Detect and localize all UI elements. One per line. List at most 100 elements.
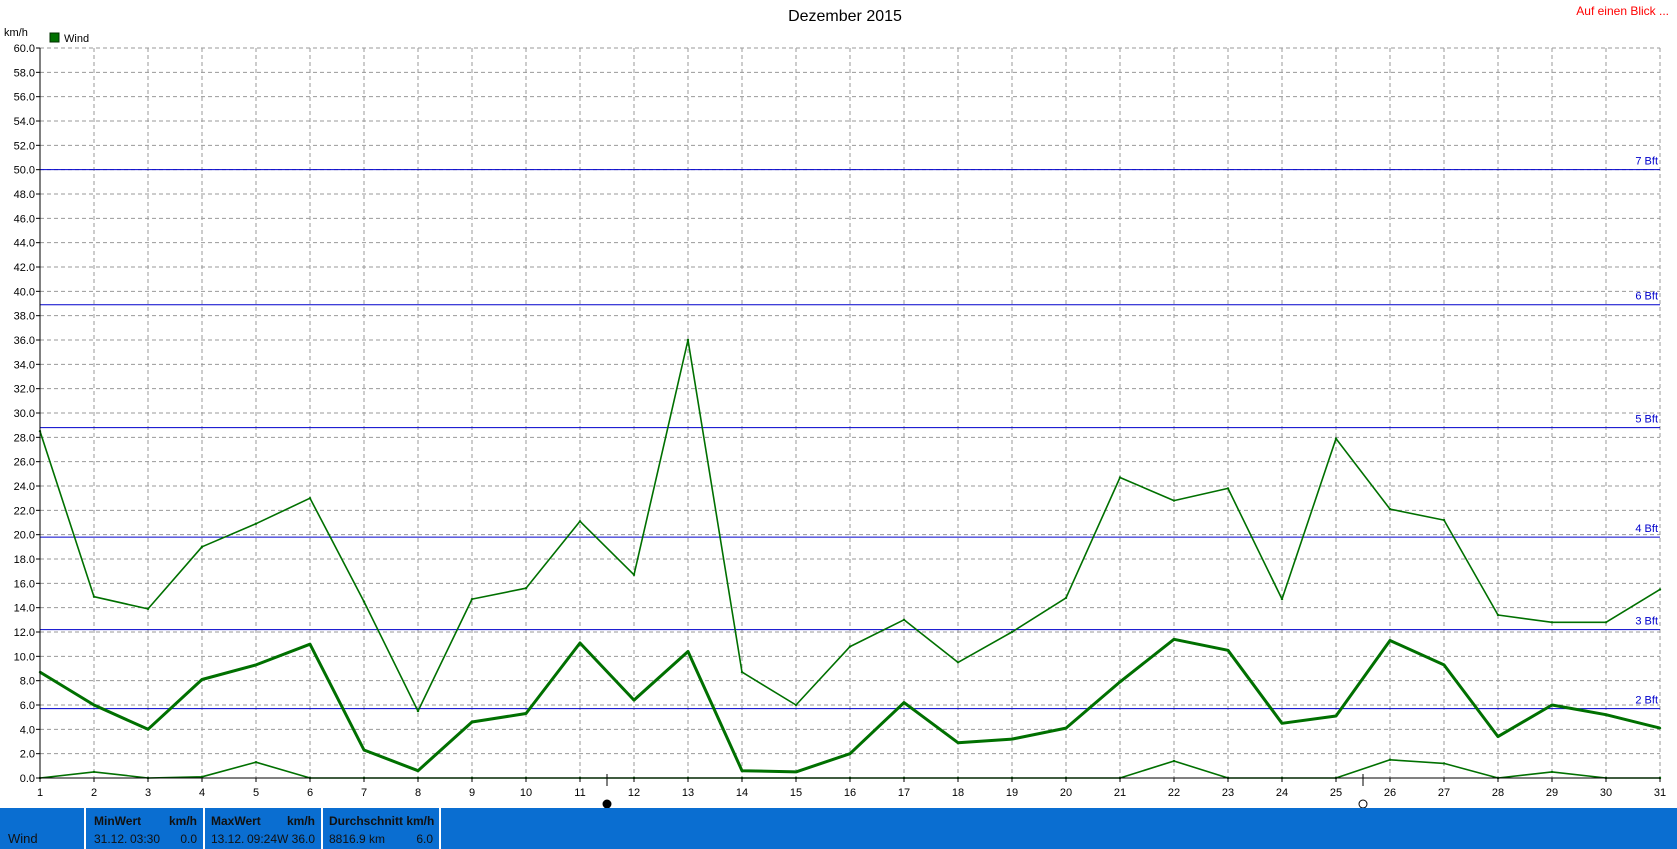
x-tick-label: 9: [469, 787, 475, 799]
y-tick-label: 40.0: [14, 286, 35, 298]
y-tick-label: 8.0: [20, 676, 35, 688]
min-value: 0.0: [180, 832, 197, 846]
y-tick-label: 60.0: [14, 43, 35, 55]
data-point-max: [578, 520, 582, 523]
x-tick-label: 30: [1600, 787, 1612, 799]
data-point-average: [632, 698, 636, 702]
data-point-average: [1442, 663, 1446, 667]
min-date: 31.12.: [94, 832, 128, 846]
beaufort-label: 2 Bft: [1635, 695, 1658, 707]
y-tick-label: 58.0: [14, 67, 35, 79]
y-tick-label: 28.0: [14, 432, 35, 444]
x-tick-label: 26: [1384, 787, 1396, 799]
y-tick-label: 0.0: [20, 773, 35, 785]
x-tick-label: 13: [682, 787, 694, 799]
x-tick-label: 16: [844, 787, 856, 799]
y-tick-label: 12.0: [14, 627, 35, 639]
max-time: 09:24: [247, 832, 278, 846]
y-tick-label: 20.0: [14, 530, 35, 542]
data-point-average: [902, 701, 906, 704]
data-point-max: [1226, 487, 1230, 490]
data-point-average: [308, 642, 312, 646]
y-tick-label: 32.0: [14, 384, 35, 396]
data-point-max: [1172, 499, 1176, 502]
data-point-average: [686, 650, 690, 653]
beaufort-label: 6 Bft: [1635, 291, 1658, 303]
y-tick-label: 46.0: [14, 213, 35, 225]
data-point-average: [200, 678, 204, 681]
y-tick-label: 6.0: [20, 700, 35, 712]
data-point-average: [1334, 714, 1338, 718]
avg-header: Durchschnitt km/h: [329, 814, 435, 828]
data-point-max: [1064, 596, 1068, 600]
data-point-min: [1550, 770, 1554, 774]
data-point-average: [1010, 737, 1014, 741]
min-stat: MinWert km/h 31.12. 03:30 0.0: [88, 808, 205, 849]
avg-distance: 8816.9 km: [329, 832, 386, 846]
x-tick-label: 3: [145, 787, 151, 799]
data-point-max: [146, 607, 150, 611]
data-point-max: [1658, 588, 1662, 591]
data-point-average: [1064, 726, 1068, 730]
max-value: W 36.0: [276, 832, 315, 846]
x-tick-label: 15: [790, 787, 802, 799]
y-tick-label: 34.0: [14, 359, 35, 371]
y-tick-label: 10.0: [14, 651, 35, 663]
x-tick-label: 14: [736, 787, 748, 799]
data-point-max: [1280, 597, 1284, 601]
y-tick-label: 16.0: [14, 578, 35, 590]
x-tick-label: 20: [1060, 787, 1072, 799]
data-point-max: [848, 645, 852, 648]
data-point-average: [1604, 713, 1608, 716]
data-point-average: [1226, 649, 1230, 652]
data-point-max: [1388, 507, 1392, 511]
data-point-max: [1118, 476, 1122, 479]
y-tick-label: 36.0: [14, 335, 35, 347]
data-point-average: [794, 770, 798, 774]
data-point-max: [1442, 518, 1446, 522]
beaufort-label: 7 Bft: [1635, 156, 1658, 168]
x-tick-label: 10: [520, 787, 532, 799]
stats-footer: Wind MinWert km/h 31.12. 03:30 0.0 MaxWe…: [0, 808, 1677, 849]
max-header: MaxWert: [211, 814, 261, 828]
x-tick-label: 25: [1330, 787, 1342, 799]
data-point-min: [254, 760, 258, 764]
data-point-max: [92, 595, 96, 598]
min-time: 03:30: [130, 832, 161, 846]
x-tick-label: 22: [1168, 787, 1180, 799]
data-point-average: [146, 728, 150, 731]
y-tick-label: 14.0: [14, 603, 35, 615]
x-tick-label: 31: [1654, 787, 1666, 799]
data-point-average: [1550, 703, 1554, 707]
data-point-max: [308, 496, 312, 500]
beaufort-label: 5 Bft: [1635, 414, 1658, 426]
axes: 1 2 3 4 5 6 7 8 9 10 11 12 13 14 15 16 17 18 19 20 21 22 23 24 2…: [14, 43, 1667, 799]
x-tick-label: 19: [1006, 787, 1018, 799]
x-tick-label: 29: [1546, 787, 1558, 799]
x-tick-label: 11: [574, 787, 585, 799]
stats-row-label: Wind: [0, 808, 86, 849]
data-point-max: [632, 573, 636, 577]
data-point-max: [470, 597, 474, 601]
data-point-average: [416, 769, 420, 772]
data-point-max: [200, 545, 204, 549]
data-point-max: [524, 587, 528, 590]
data-point-max: [902, 618, 906, 622]
data-point-min: [92, 770, 96, 774]
data-point-max: [1334, 437, 1338, 440]
avg-value: 6.0: [416, 832, 433, 846]
data-point-max: [1604, 621, 1608, 624]
x-tick-label: 12: [628, 787, 640, 799]
data-point-max: [740, 670, 744, 674]
avg-stat: Durchschnitt km/h 8816.9 km 6.0: [323, 808, 441, 849]
y-tick-label: 42.0: [14, 262, 35, 274]
data-point-max: [956, 661, 960, 664]
x-tick-label: 23: [1222, 787, 1234, 799]
wind-chart: Dezember 2015 km/h Wind 2 Bft 3 Bft 4 Bft 5…: [4, 8, 1667, 808]
y-tick-label: 48.0: [14, 189, 35, 201]
data-point-average: [470, 720, 474, 724]
data-point-max: [416, 709, 420, 713]
x-tick-label: 27: [1438, 787, 1450, 799]
x-tick-label: 4: [199, 787, 205, 799]
x-tick-label: 5: [253, 787, 259, 799]
